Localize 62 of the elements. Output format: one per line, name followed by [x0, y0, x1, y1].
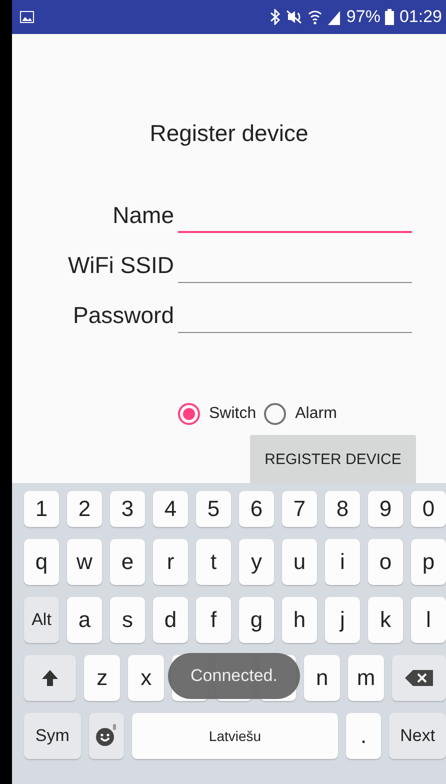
alt-key[interactable]: Alt — [24, 597, 59, 643]
radio-label: Switch — [209, 405, 256, 423]
bluetooth-icon — [270, 9, 280, 25]
field-label: Password — [72, 302, 174, 330]
keyboard-key[interactable]: Sym — [24, 713, 81, 759]
keyboard-key[interactable]: z — [84, 655, 120, 701]
field-label: WiFi SSID — [66, 252, 174, 280]
keyboard-key[interactable]: p — [411, 539, 446, 585]
keyboard-key[interactable]: o — [368, 539, 403, 585]
keyboard-key[interactable]: e — [110, 539, 145, 585]
radio-label: Alarm — [295, 405, 337, 423]
keyboard-key[interactable]: 9 — [368, 491, 403, 527]
battery-percent: 97% — [346, 7, 380, 27]
radio-button[interactable] — [178, 403, 200, 425]
keyboard-key[interactable]: f — [196, 597, 231, 643]
keyboard-key[interactable]: k — [368, 597, 403, 643]
keyboard-key[interactable]: 3 — [110, 491, 145, 527]
battery-icon — [385, 9, 394, 25]
keyboard-key[interactable]: g — [239, 597, 274, 643]
keyboard-key[interactable]: 1 — [24, 491, 59, 527]
backspace-key[interactable] — [392, 655, 446, 701]
clock: 01:29 — [399, 7, 442, 27]
keyboard-key[interactable]: w — [67, 539, 102, 585]
keyboard-key[interactable]: u — [282, 539, 317, 585]
up-arrow-icon — [41, 669, 60, 687]
keyboard-key[interactable]: 0 — [411, 491, 446, 527]
radio-button[interactable] — [264, 403, 286, 425]
keyboard-key[interactable]: l — [411, 597, 446, 643]
keyboard-key[interactable]: n — [304, 655, 340, 701]
keyboard-key[interactable]: 5 — [196, 491, 231, 527]
keyboard-key[interactable]: . — [346, 713, 382, 759]
register-button[interactable]: REGISTER DEVICE — [250, 435, 416, 483]
keyboard-key[interactable]: 2 — [67, 491, 102, 527]
connected-toast: Connected. — [168, 653, 300, 699]
keyboard-key[interactable]: t — [196, 539, 231, 585]
keyboard-key[interactable]: h — [282, 597, 317, 643]
shift-key[interactable] — [24, 655, 76, 701]
keyboard-key[interactable]: s — [110, 597, 145, 643]
keyboard-key[interactable]: Next — [389, 713, 446, 759]
keyboard-key[interactable]: 8 — [325, 491, 360, 527]
keyboard-key[interactable]: 6 — [239, 491, 274, 527]
space-key[interactable]: Latviešu — [132, 713, 338, 759]
screen-title: Register device — [148, 120, 310, 147]
keyboard-key[interactable]: a — [67, 597, 102, 643]
image-icon — [20, 11, 34, 23]
keyboard-key[interactable]: i — [325, 539, 360, 585]
smiley-icon — [94, 724, 118, 748]
keyboard-key[interactable]: j — [325, 597, 360, 643]
field-label: Name — [112, 202, 174, 230]
keyboard-key[interactable]: q — [24, 539, 59, 585]
wifi-icon — [308, 9, 322, 25]
signal-icon — [327, 9, 342, 25]
keyboard-key[interactable]: 4 — [153, 491, 188, 527]
keyboard-key[interactable]: m — [348, 655, 384, 701]
keyboard-key[interactable]: r — [153, 539, 188, 585]
keyboard-key[interactable]: d — [153, 597, 188, 643]
backspace-icon — [405, 670, 434, 686]
mute-vibrate-icon — [285, 9, 304, 25]
keyboard-key[interactable]: 7 — [282, 491, 317, 527]
keyboard-key[interactable]: y — [239, 539, 274, 585]
emoji-key[interactable] — [88, 713, 124, 759]
keyboard-key[interactable]: x — [128, 655, 164, 701]
